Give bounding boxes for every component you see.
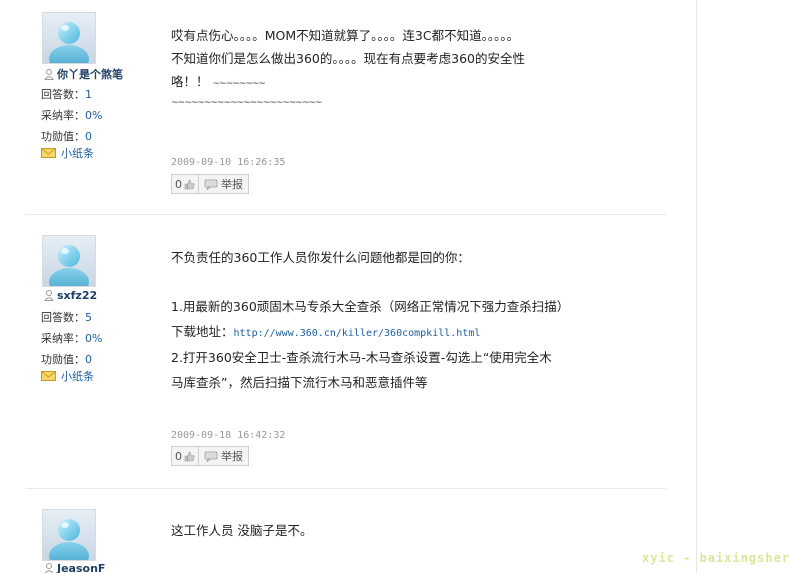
reply-post-3: JeasonF 这工作人员 没脑子是不。 (0, 496, 696, 573)
content-line: 不负责任的360工作人员你发什么问题他都是回的你： (171, 250, 470, 265)
adopt-value: 0% (85, 332, 103, 345)
reply-post-2: sxfz22 回答数：5 采纳率：0% 功勋值：0 小纸条 不负责任的360工作… (0, 222, 696, 487)
post-actions: 0 举报 (171, 446, 249, 466)
adopt-rate: 采纳率：0% (41, 330, 102, 346)
report-label: 举报 (221, 450, 243, 463)
merit-points: 功勋值：0 (41, 351, 92, 367)
report-button[interactable]: 举报 (199, 174, 249, 194)
adopt-label: 采纳率： (41, 109, 85, 122)
username-link[interactable]: sxfz22 (44, 289, 97, 302)
content-line: 咯！！ (171, 74, 209, 89)
adopt-rate: 采纳率：0% (41, 107, 102, 123)
reply-post-1: 你丫是个煞笔 回答数：1 采纳率：0% 功勋值：0 小纸条 哎有点伤心。。。。M… (0, 0, 696, 215)
content-line: 这工作人员 没脑子是不。 (171, 523, 313, 538)
post-timestamp: 2009-09-10 16:26:35 (171, 157, 286, 168)
answers-value: 5 (85, 311, 92, 324)
report-flag-icon (204, 179, 218, 190)
mail-icon (41, 371, 56, 381)
points-label: 功勋值： (41, 130, 85, 143)
user-icon (44, 68, 54, 80)
post-divider (26, 488, 666, 489)
thumb-up-icon (184, 179, 195, 189)
like-count: 0 (175, 177, 182, 191)
username-link[interactable]: 你丫是个煞笔 (44, 66, 123, 82)
note-label: 小纸条 (61, 147, 94, 160)
mail-icon (41, 148, 56, 158)
content-wavy: ~~~~~~~~ (212, 79, 266, 89)
post-divider (26, 214, 666, 215)
username-link[interactable]: JeasonF (44, 562, 105, 573)
avatar-icon[interactable] (42, 235, 96, 287)
post-actions: 0 举报 (171, 174, 249, 194)
download-url-link[interactable]: http://www.360.cn/killer/360compkill.htm… (234, 328, 481, 339)
content-wavy: ~~~~~~~~~~~~~~~~~~~~~~~ (171, 98, 322, 108)
content-blank-line (171, 271, 569, 296)
post-timestamp: 2009-09-18 16:42:32 (171, 430, 286, 441)
answers-value: 1 (85, 88, 92, 101)
merit-points: 功勋值：0 (41, 128, 92, 144)
content-line: 哎有点伤心。。。。MOM不知道就算了。。。。连3C都不知道。。。。。 (171, 28, 520, 43)
content-line: 1.用最新的360顽固木马专杀大全查杀（网络正常情况下强力查杀扫描） (171, 299, 570, 314)
user-icon (44, 563, 54, 573)
content-line: 2.打开360安全卫士-查杀流行木马-木马查杀设置-勾选上“使用完全木 (171, 350, 552, 365)
like-button[interactable]: 0 (171, 446, 199, 466)
send-note-link[interactable]: 小纸条 (41, 368, 94, 384)
content-line: 马库查杀”，然后扫描下流行木马和恶意插件等 (171, 374, 428, 390)
like-count: 0 (175, 449, 182, 463)
username-text: sxfz22 (57, 289, 98, 302)
send-note-link[interactable]: 小纸条 (41, 145, 94, 161)
points-label: 功勋值： (41, 353, 85, 366)
like-button[interactable]: 0 (171, 174, 199, 194)
download-line: 下载地址：http://www.360.cn/killer/360compkil… (171, 320, 569, 347)
report-label: 举报 (221, 178, 243, 191)
username-text: JeasonF (57, 562, 106, 573)
content-line: 不知道你们是怎么做出360的。。。。现在有点要考虑360的安全性 (171, 51, 525, 66)
report-flag-icon (204, 451, 218, 462)
reply-content: 不负责任的360工作人员你发什么问题他都是回的你： 1.用最新的360顽固木马专… (171, 246, 569, 395)
report-button[interactable]: 举报 (199, 446, 249, 466)
points-value: 0 (85, 130, 92, 143)
username-text: 你丫是个煞笔 (57, 68, 123, 81)
answers-label: 回答数： (41, 311, 85, 324)
points-value: 0 (85, 353, 92, 366)
avatar-icon[interactable] (42, 12, 96, 64)
user-icon (44, 290, 54, 301)
adopt-value: 0% (85, 109, 103, 122)
adopt-label: 采纳率： (41, 332, 85, 345)
thumb-up-icon (184, 451, 195, 461)
watermark-text: xyic - baixingsheru (642, 551, 789, 565)
reply-content: 哎有点伤心。。。。MOM不知道就算了。。。。连3C都不知道。。。。。 不知道你们… (171, 24, 525, 110)
note-label: 小纸条 (61, 370, 94, 383)
download-label: 下载地址： (171, 323, 234, 339)
answers-count: 回答数：5 (41, 309, 92, 325)
answers-label: 回答数： (41, 88, 85, 101)
answers-count: 回答数：1 (41, 86, 92, 102)
reply-content: 这工作人员 没脑子是不。 (171, 519, 312, 542)
avatar-icon[interactable] (42, 509, 96, 561)
right-divider (696, 0, 697, 573)
